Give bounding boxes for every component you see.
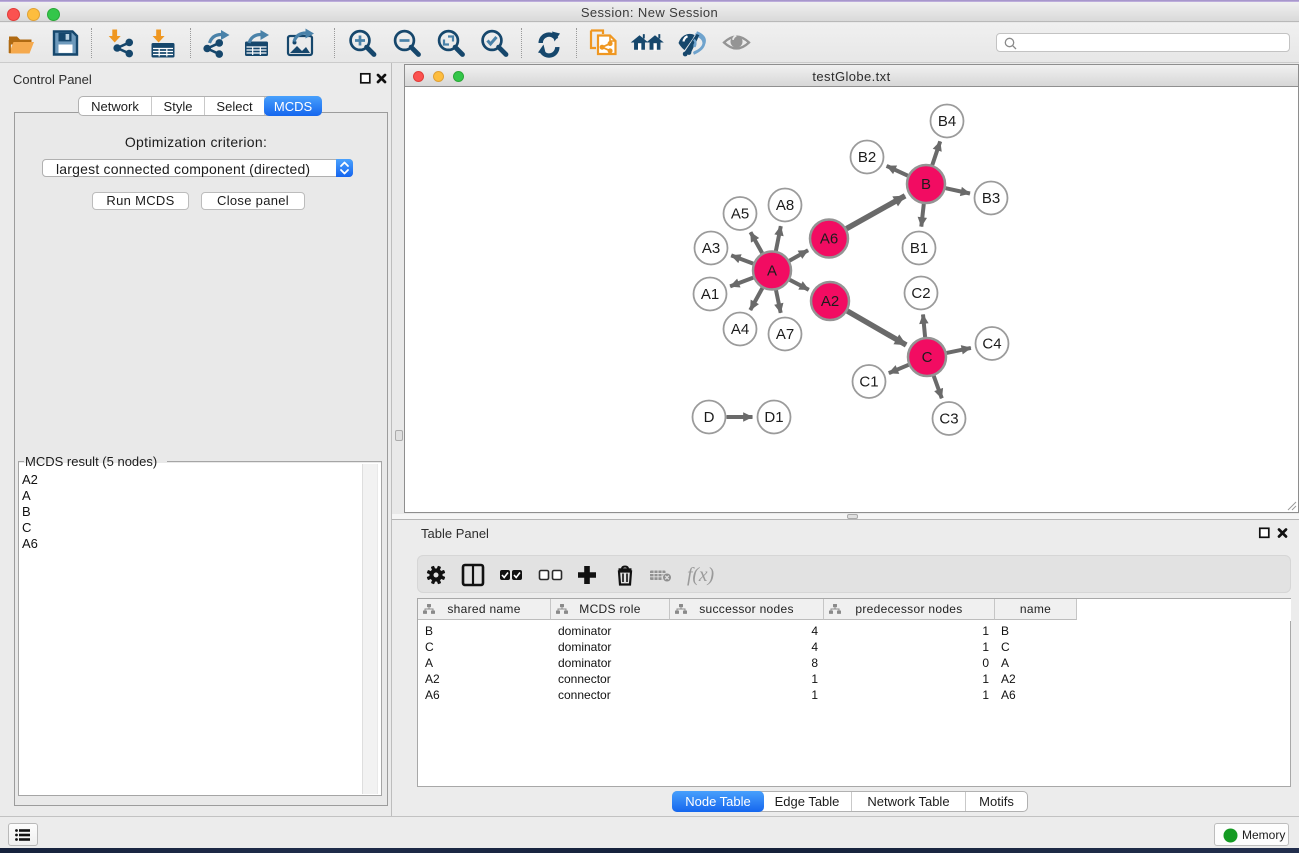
svg-text:B: B <box>921 176 931 193</box>
svg-text:A2: A2 <box>821 293 839 310</box>
svg-text:D: D <box>704 409 715 426</box>
svg-text:A6: A6 <box>820 231 838 248</box>
svg-text:A5: A5 <box>731 206 749 223</box>
svg-text:D1: D1 <box>764 409 783 426</box>
svg-text:B3: B3 <box>982 190 1000 207</box>
svg-text:C: C <box>922 349 933 366</box>
svg-text:A8: A8 <box>776 197 794 214</box>
svg-text:C4: C4 <box>982 336 1001 353</box>
svg-text:B1: B1 <box>910 240 928 257</box>
svg-text:A: A <box>767 263 777 280</box>
svg-text:B4: B4 <box>938 113 956 130</box>
svg-text:A3: A3 <box>702 240 720 257</box>
svg-text:f(x): f(x) <box>687 565 714 586</box>
svg-text:A1: A1 <box>701 286 719 303</box>
svg-text:B2: B2 <box>858 149 876 166</box>
svg-text:A7: A7 <box>776 326 794 343</box>
svg-text:C3: C3 <box>939 411 958 428</box>
svg-text:C2: C2 <box>911 285 930 302</box>
svg-text:A4: A4 <box>731 321 749 338</box>
svg-text:C1: C1 <box>859 374 878 391</box>
